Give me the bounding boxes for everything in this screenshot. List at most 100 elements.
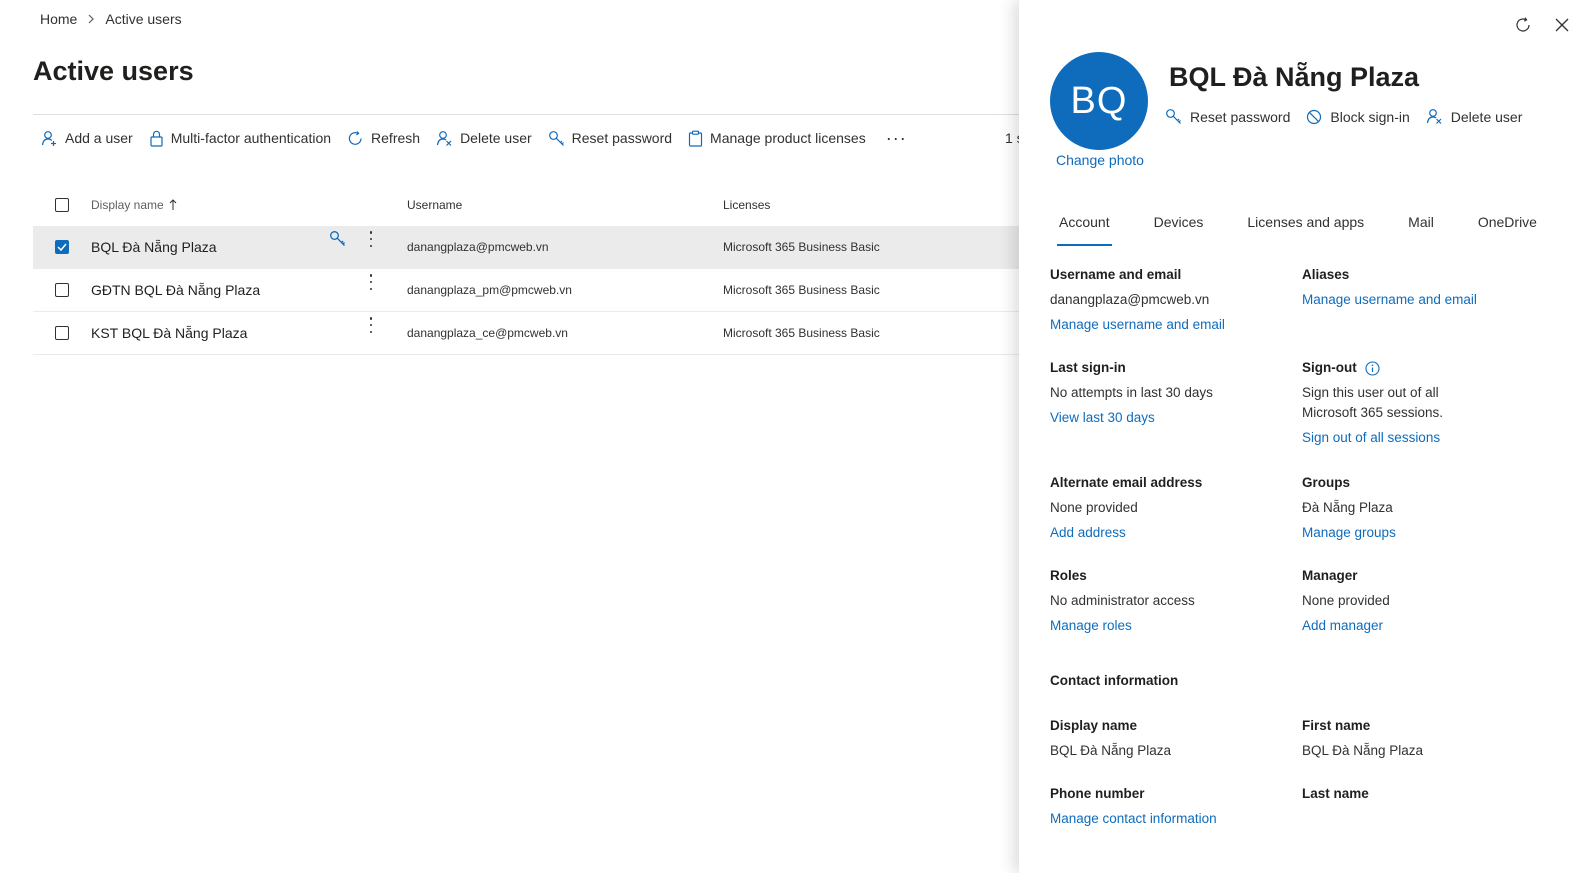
command-bar: Add a user Multi-factor authentication R… (33, 123, 919, 153)
refresh-icon (347, 130, 364, 147)
key-icon (548, 130, 565, 147)
tab-onedrive[interactable]: OneDrive (1470, 214, 1545, 246)
manage-aliases-link[interactable]: Manage username and email (1302, 290, 1477, 310)
table-header: Display name Username Licenses (33, 184, 1023, 226)
field-value: None provided (1302, 593, 1390, 608)
field-value: BQL Đà Nẵng Plaza (1050, 743, 1172, 758)
alternate-email-field: Alternate email address None provided Ad… (1050, 473, 1202, 543)
panel-delete-user-button[interactable]: Delete user (1426, 108, 1523, 125)
row-checkbox[interactable] (55, 326, 69, 340)
change-photo-link[interactable]: Change photo (1056, 152, 1144, 168)
field-value: danangplaza@pmcweb.vn (1050, 292, 1210, 307)
delete-user-label: Delete user (460, 130, 532, 146)
manage-licenses-label: Manage product licenses (710, 130, 866, 146)
more-vertical-icon[interactable] (369, 272, 373, 292)
add-manager-link[interactable]: Add manager (1302, 616, 1390, 636)
add-user-button[interactable]: Add a user (33, 123, 141, 153)
table-row[interactable]: GĐTN BQL Đà Nẵng Plaza danangplaza_pm@pm… (33, 269, 1023, 312)
page-title: Active users (33, 56, 194, 86)
field-value: Sign this user out of all (1302, 385, 1439, 400)
manager-field: Manager None provided Add manager (1302, 566, 1390, 636)
field-label: First name (1302, 718, 1371, 733)
panel-reset-password-label: Reset password (1190, 108, 1291, 125)
close-icon[interactable] (1554, 17, 1570, 33)
chevron-right-icon (87, 14, 95, 24)
license-cell: Microsoft 365 Business Basic (723, 283, 880, 297)
manage-licenses-button[interactable]: Manage product licenses (680, 123, 874, 153)
phone-number-field: Phone number Manage contact information (1050, 784, 1217, 829)
column-username[interactable]: Username (407, 198, 723, 212)
refresh-icon[interactable] (1514, 16, 1532, 34)
remove-person-icon (1426, 108, 1443, 125)
user-details-panel: BQ Change photo BQL Đà Nẵng Plaza Reset … (1019, 0, 1590, 873)
more-vertical-icon[interactable] (369, 315, 373, 335)
block-signin-button[interactable]: Block sign-in (1306, 108, 1410, 125)
table-row[interactable]: KST BQL Đà Nẵng Plaza danangplaza_ce@pmc… (33, 312, 1023, 355)
reset-password-icon[interactable] (329, 230, 346, 247)
breadcrumb-home-link[interactable]: Home (40, 11, 77, 27)
mfa-button[interactable]: Multi-factor authentication (141, 123, 339, 153)
field-label: Manager (1302, 568, 1358, 583)
tab-licenses-and-apps[interactable]: Licenses and apps (1239, 214, 1372, 246)
field-value: No administrator access (1050, 593, 1195, 608)
column-licenses[interactable]: Licenses (723, 198, 1023, 212)
roles-field: Roles No administrator access Manage rol… (1050, 566, 1195, 636)
username-email-field: Username and email danangplaza@pmcweb.vn… (1050, 265, 1225, 335)
field-label: Roles (1050, 568, 1087, 583)
tab-mail[interactable]: Mail (1400, 214, 1442, 246)
panel-reset-password-button[interactable]: Reset password (1165, 108, 1290, 125)
field-value: Microsoft 365 sessions. (1302, 405, 1444, 420)
last-name-field: Last name (1302, 784, 1369, 809)
field-label: Aliases (1302, 267, 1350, 282)
field-label: Groups (1302, 475, 1351, 490)
manage-contact-info-link[interactable]: Manage contact information (1050, 809, 1217, 829)
username-cell: danangplaza_pm@pmcweb.vn (407, 283, 572, 297)
aliases-field: Aliases Manage username and email (1302, 265, 1477, 310)
field-label: Last sign-in (1050, 360, 1126, 375)
row-checkbox[interactable] (55, 283, 69, 297)
block-signin-label: Block sign-in (1330, 108, 1410, 125)
table-row[interactable]: BQL Đà Nẵng Plaza danangplaza@pmcweb.vn … (33, 226, 1023, 269)
checkmark-icon (57, 243, 67, 251)
info-icon[interactable] (1365, 360, 1380, 376)
groups-field: Groups Đà Nẵng Plaza Manage groups (1302, 473, 1396, 543)
select-all-checkbox[interactable] (55, 198, 69, 212)
field-label: Display name (1050, 718, 1138, 733)
lock-icon (149, 130, 164, 147)
username-cell: danangplaza@pmcweb.vn (407, 240, 549, 254)
panel-delete-user-label: Delete user (1450, 108, 1523, 125)
tab-account[interactable]: Account (1051, 214, 1118, 246)
user-display-name-link[interactable]: BQL Đà Nẵng Plaza (91, 239, 217, 255)
panel-actions: Reset password Block sign-in Delete user (1165, 108, 1538, 125)
manage-groups-link[interactable]: Manage groups (1302, 523, 1396, 543)
field-value: BQL Đà Nẵng Plaza (1302, 743, 1424, 758)
first-name-field: First name BQL Đà Nẵng Plaza (1302, 716, 1423, 761)
signout-label: Sign-out (1302, 360, 1357, 375)
more-options-button[interactable]: ··· (874, 123, 919, 153)
column-display-name[interactable]: Display name (91, 198, 407, 212)
view-last-30-days-link[interactable]: View last 30 days (1050, 408, 1213, 428)
column-display-name-label: Display name (91, 198, 164, 212)
tab-devices[interactable]: Devices (1146, 214, 1212, 246)
refresh-label: Refresh (371, 130, 421, 146)
reset-password-button[interactable]: Reset password (540, 123, 680, 153)
clipboard-icon (688, 130, 703, 147)
add-address-link[interactable]: Add address (1050, 523, 1202, 543)
row-checkbox[interactable] (55, 240, 69, 254)
signout-field: Sign-out Sign this user out of all Micro… (1302, 358, 1443, 448)
breadcrumb: Home Active users (40, 11, 182, 27)
last-signin-field: Last sign-in No attempts in last 30 days… (1050, 358, 1213, 428)
delete-user-button[interactable]: Delete user (428, 123, 540, 153)
user-display-name-link[interactable]: GĐTN BQL Đà Nẵng Plaza (91, 282, 260, 298)
more-vertical-icon[interactable] (369, 229, 373, 249)
user-display-name-link[interactable]: KST BQL Đà Nẵng Plaza (91, 325, 247, 341)
sign-out-all-sessions-link[interactable]: Sign out of all sessions (1302, 428, 1443, 448)
panel-user-name: BQL Đà Nẵng Plaza (1169, 62, 1420, 92)
field-label: Alternate email address (1050, 475, 1203, 490)
username-cell: danangplaza_ce@pmcweb.vn (407, 326, 568, 340)
field-label: Username and email (1050, 267, 1182, 282)
field-label: Phone number (1050, 786, 1145, 801)
manage-username-email-link[interactable]: Manage username and email (1050, 315, 1225, 335)
refresh-button[interactable]: Refresh (339, 123, 428, 153)
manage-roles-link[interactable]: Manage roles (1050, 616, 1195, 636)
